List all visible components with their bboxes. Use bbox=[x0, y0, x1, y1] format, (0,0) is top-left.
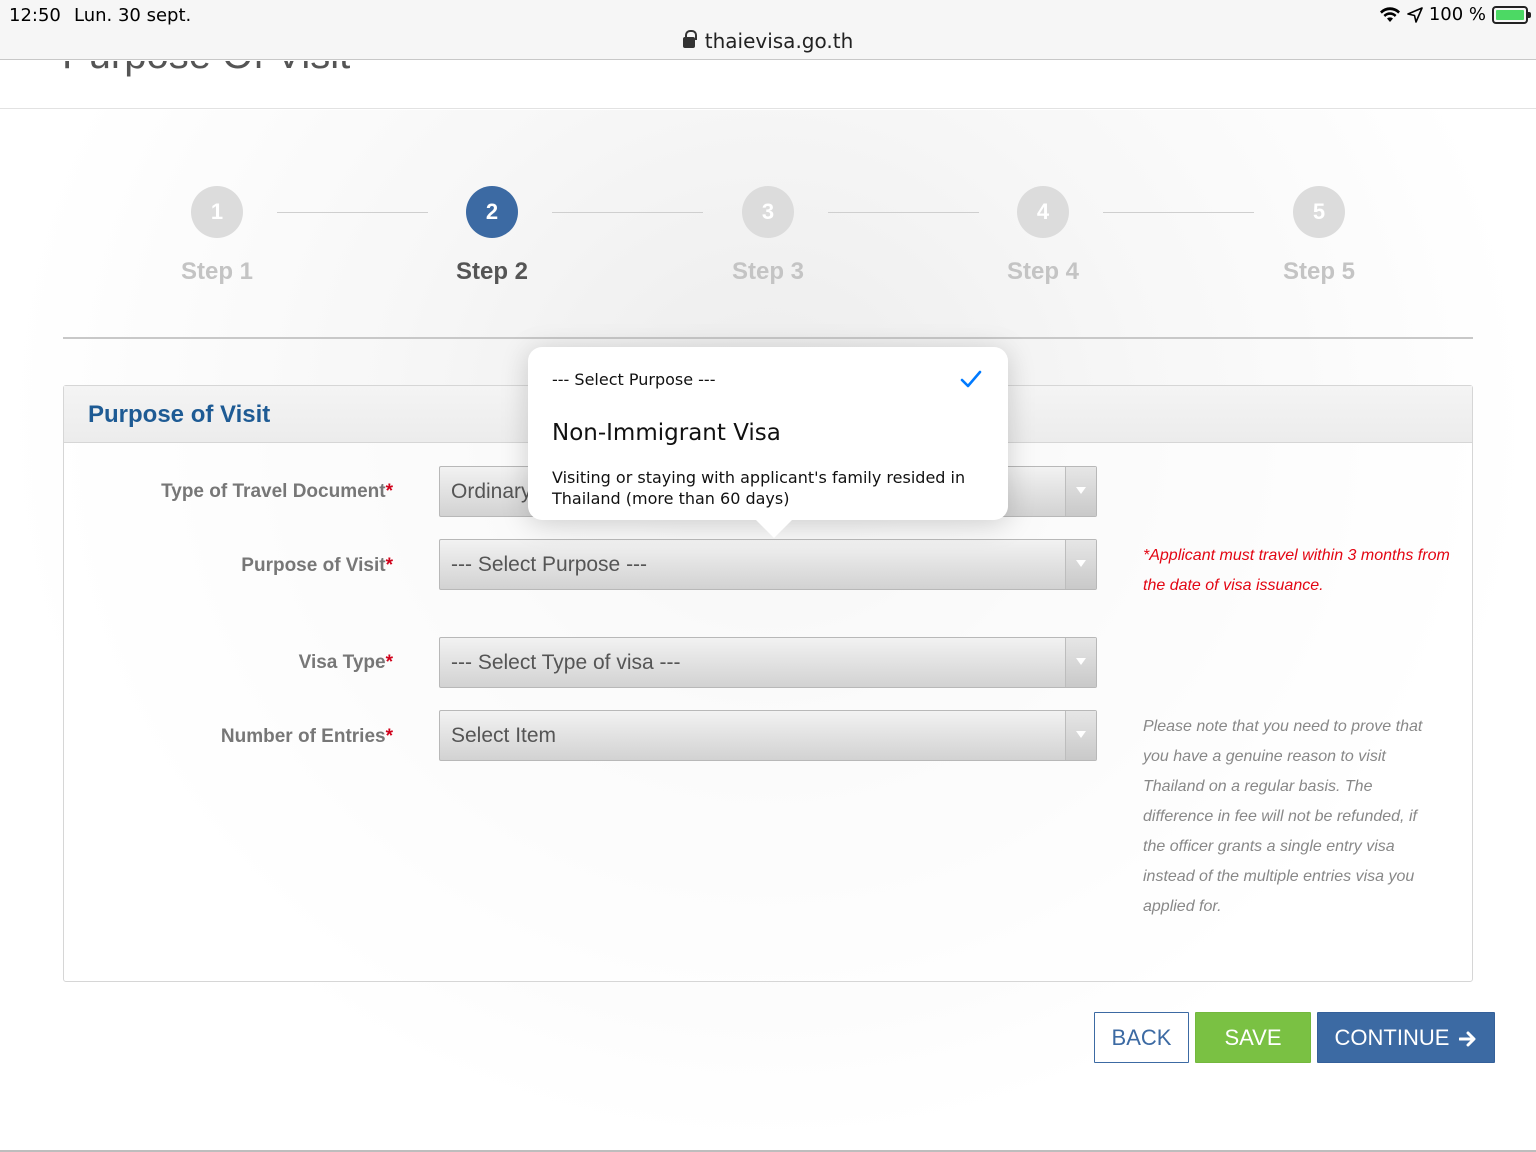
location-arrow-icon bbox=[1407, 6, 1423, 23]
status-bar: 12:50 Lun. 30 sept. 100 % thaievisa.go.t… bbox=[0, 0, 1536, 60]
step-1: 1 Step 1 bbox=[157, 186, 277, 286]
checkmark-icon bbox=[960, 370, 982, 388]
chevron-down-icon bbox=[1076, 487, 1086, 494]
step-label: Step 1 bbox=[180, 258, 254, 285]
continue-button[interactable]: CONTINUE bbox=[1317, 1012, 1495, 1063]
chevron-down-icon bbox=[1076, 658, 1086, 665]
step-4: 4 Step 4 bbox=[983, 186, 1103, 286]
purpose-select[interactable]: --- Select Purpose --- bbox=[439, 539, 1097, 590]
continue-label: CONTINUE bbox=[1334, 1025, 1450, 1050]
chevron-down-icon bbox=[1076, 731, 1086, 738]
dropdown-arrow bbox=[1065, 540, 1096, 589]
save-button[interactable]: SAVE bbox=[1195, 1012, 1311, 1063]
entries-label: Number of Entries* bbox=[220, 726, 393, 747]
back-button[interactable]: BACK bbox=[1094, 1012, 1189, 1063]
picker-option-family-visit[interactable]: Visiting or staying with applicant's fam… bbox=[552, 467, 992, 509]
step-label: Step 2 bbox=[455, 258, 529, 285]
step-connector bbox=[277, 212, 428, 213]
step-connector bbox=[828, 212, 979, 213]
dropdown-arrow bbox=[1065, 467, 1096, 516]
status-indicators: 100 % bbox=[1379, 4, 1531, 25]
picker-group-title: Non-Immigrant Visa bbox=[552, 420, 781, 446]
travel-window-note: *Applicant must travel within 3 months f… bbox=[1143, 547, 1450, 594]
wizard-divider bbox=[63, 337, 1473, 339]
step-label: Step 5 bbox=[1282, 258, 1356, 285]
step-connector bbox=[552, 212, 703, 213]
battery-percent: 100 % bbox=[1428, 4, 1486, 25]
step-number: 1 bbox=[191, 186, 243, 238]
visa-type-select[interactable]: --- Select Type of visa --- bbox=[439, 637, 1097, 688]
step-connector bbox=[1103, 212, 1254, 213]
step-number: 3 bbox=[742, 186, 794, 238]
address-bar[interactable]: thaievisa.go.th bbox=[0, 29, 1536, 53]
visa-type-label: Visa Type* bbox=[298, 652, 393, 673]
battery-icon bbox=[1492, 5, 1531, 24]
purpose-picker-popover: --- Select Purpose --- Non-Immigrant Vis… bbox=[528, 347, 1008, 538]
entries-note: Please note that you need to prove that … bbox=[1143, 718, 1423, 915]
dropdown-arrow bbox=[1065, 638, 1096, 687]
status-time: 12:50 bbox=[9, 5, 61, 26]
purpose-value: --- Select Purpose --- bbox=[451, 553, 648, 576]
step-label: Step 4 bbox=[1006, 258, 1080, 285]
chevron-down-icon bbox=[1076, 560, 1086, 567]
entries-select[interactable]: Select Item bbox=[439, 710, 1097, 761]
entries-value: Select Item bbox=[451, 724, 557, 747]
wifi-icon bbox=[1379, 6, 1400, 22]
purpose-label: Purpose of Visit* bbox=[241, 555, 393, 576]
picker-option-select-purpose[interactable]: --- Select Purpose --- bbox=[552, 370, 715, 389]
step-3: 3 Step 3 bbox=[708, 186, 828, 286]
step-number: 2 bbox=[466, 186, 518, 238]
travel-document-label: Type of Travel Document* bbox=[161, 481, 393, 502]
dropdown-arrow bbox=[1065, 711, 1096, 760]
lock-icon bbox=[682, 30, 697, 48]
travel-document-value: Ordinary bbox=[451, 480, 532, 503]
visa-type-value: --- Select Type of visa --- bbox=[451, 651, 681, 674]
step-number: 4 bbox=[1017, 186, 1069, 238]
step-2: 2 Step 2 bbox=[432, 186, 552, 286]
url-text: thaievisa.go.th bbox=[704, 29, 854, 53]
status-date: Lun. 30 sept. bbox=[74, 5, 192, 26]
arrow-right-icon bbox=[1459, 1031, 1476, 1047]
step-label: Step 3 bbox=[731, 258, 805, 285]
page-header: Purpose Of Visit bbox=[0, 61, 1536, 109]
page-title: Purpose Of Visit bbox=[62, 61, 350, 78]
step-5: 5 Step 5 bbox=[1259, 186, 1379, 286]
step-number: 5 bbox=[1293, 186, 1345, 238]
